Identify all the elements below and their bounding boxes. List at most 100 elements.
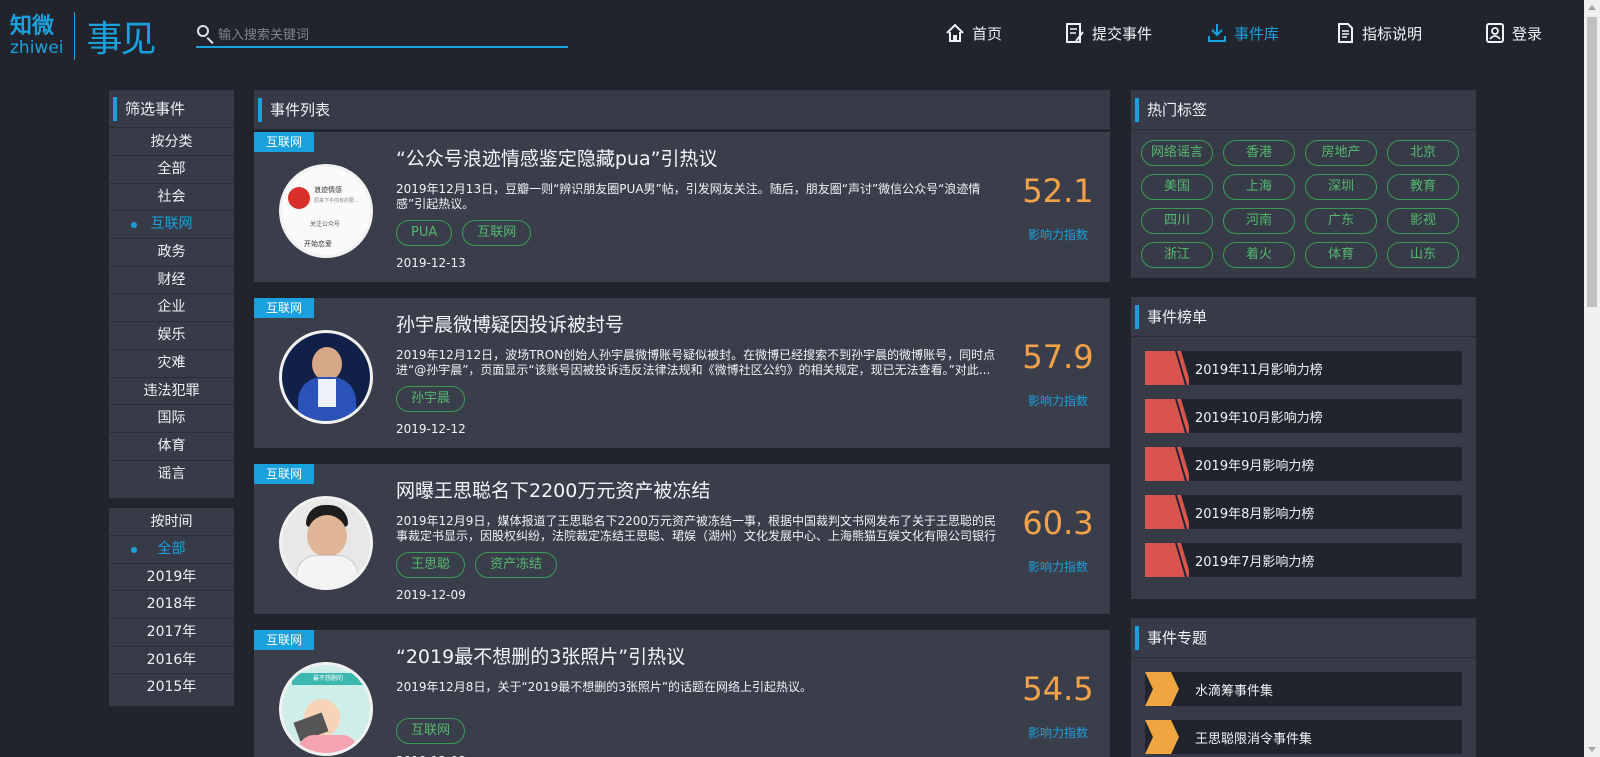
nav-login[interactable]: 登录 [1484,22,1542,44]
category-crime[interactable]: 违法犯罪 [109,378,234,406]
ranking-flag-icon [1145,543,1189,577]
topics-panel: 事件专题 水滴筹事件集 王思聪限消令事件集 [1131,618,1476,757]
scroll-up-arrow-icon[interactable] [1588,5,1596,10]
logo-english-text: zhiwei [10,38,64,58]
event-title[interactable]: 孙宇晨微博疑因投诉被封号 [396,310,624,337]
category-entertainment[interactable]: 娱乐 [109,322,234,350]
influence-score: 54.5 [1022,670,1094,708]
event-tag[interactable]: 孙宇晨 [396,386,466,412]
ranking-flag-icon [1145,447,1189,481]
year-2018[interactable]: 2018年 [109,591,234,620]
event-tag[interactable]: 王思聪 [396,552,466,578]
hot-tag[interactable]: 香港 [1223,140,1295,166]
topic-item[interactable]: 王思聪限消令事件集 [1145,720,1462,754]
ranking-item[interactable]: 2019年7月影响力榜 [1145,543,1462,577]
ranking-item[interactable]: 2019年8月影响力榜 [1145,495,1462,529]
influence-score-label[interactable]: 影响力指数 [1018,724,1098,741]
event-card[interactable]: 互联网 孙宇晨微博疑因投诉被封号 2019年12月12日，波场TRON创始人孙宇… [254,298,1110,448]
event-tags: PUA 互联网 [396,220,532,246]
ranking-item[interactable]: 2019年9月影响力榜 [1145,447,1462,481]
logo-chinese-text: 知微 [10,14,55,39]
category-international[interactable]: 国际 [109,405,234,433]
header-accent [1135,97,1139,122]
event-title[interactable]: “公众号浪迹情感鉴定隐藏pua”引热议 [396,144,717,171]
category-sports[interactable]: 体育 [109,433,234,461]
hot-tag[interactable]: 网络谣言 [1141,140,1213,166]
hot-tag[interactable]: 体育 [1305,242,1377,268]
category-internet[interactable]: 互联网 [109,211,234,240]
nav-submit-event[interactable]: 提交事件 [1064,22,1152,44]
hot-tag[interactable]: 影视 [1387,208,1459,234]
hot-tag[interactable]: 浙江 [1141,242,1213,268]
event-tag[interactable]: PUA [396,220,453,246]
event-card[interactable]: 互联网 浪迹情感 原来下手前有的要... 关注公众号 开始恋爱 “公众号浪迹情感… [254,132,1110,282]
search-input[interactable] [218,27,558,43]
logo-mark: 事见 [86,19,157,60]
download-icon [1208,24,1226,42]
category-finance[interactable]: 财经 [109,267,234,295]
hot-tag[interactable]: 河南 [1223,208,1295,234]
event-title[interactable]: “2019最不想删的3张照片”引热议 [396,642,685,669]
search-icon[interactable] [196,24,218,46]
event-tags: 王思聪 资产冻结 [396,552,558,578]
scrollbar-thumb[interactable] [1587,17,1597,307]
event-thumbnail[interactable]: 浪迹情感 原来下手前有的要... 关注公众号 开始恋爱 [279,164,373,258]
event-thumbnail[interactable] [279,330,373,424]
page-scrollbar[interactable] [1584,0,1600,757]
event-tag[interactable]: 互联网 [462,220,532,246]
category-society[interactable]: 社会 [109,184,234,212]
thumb-text: 原来下手前有的要... [314,198,359,204]
hot-tag[interactable]: 房地产 [1305,140,1377,166]
header-accent [1135,304,1139,329]
year-all[interactable]: 全部 [109,536,234,564]
category-all[interactable]: 全部 [109,156,234,184]
topic-label: 水滴筹事件集 [1195,683,1274,699]
top-header: 知微 zhiwei 事见 首页 提交事件 事件库 指标说明 登录 [0,0,1584,72]
header-accent [1135,625,1139,650]
hot-tag[interactable]: 四川 [1141,208,1213,234]
document-icon [1338,23,1353,43]
influence-score: 60.3 [1022,504,1094,542]
category-enterprise[interactable]: 企业 [109,294,234,323]
category-disaster[interactable]: 灾难 [109,350,234,378]
year-2015[interactable]: 2015年 [109,674,234,702]
event-title[interactable]: 网曝王思聪名下2200万元资产被冻结 [396,476,710,503]
year-2019[interactable]: 2019年 [109,564,234,592]
hot-tag[interactable]: 美国 [1141,174,1213,200]
influence-score-label[interactable]: 影响力指数 [1018,226,1098,243]
hot-tag[interactable]: 山东 [1387,242,1459,268]
nav-metrics[interactable]: 指标说明 [1334,22,1422,44]
influence-score-label[interactable]: 影响力指数 [1018,558,1098,575]
hot-tag[interactable]: 北京 [1387,140,1459,166]
scroll-down-arrow-icon[interactable] [1588,747,1596,752]
event-thumbnail[interactable]: 最不想删的 [279,662,373,756]
topics-header: 事件专题 [1131,618,1476,658]
year-2016[interactable]: 2016年 [109,647,234,675]
event-thumbnail[interactable] [279,496,373,590]
ranking-item[interactable]: 2019年11月影响力榜 [1145,351,1462,385]
site-logo[interactable]: 知微 zhiwei 事见 [10,12,157,60]
year-2017[interactable]: 2017年 [109,619,234,647]
topics-title: 事件专题 [1147,629,1208,647]
influence-score-label[interactable]: 影响力指数 [1018,392,1098,409]
nav-event-library[interactable]: 事件库 [1206,22,1279,44]
hot-tag[interactable]: 上海 [1223,174,1295,200]
category-government[interactable]: 政务 [109,239,234,267]
hot-tag[interactable]: 着火 [1223,242,1295,268]
hot-tag[interactable]: 教育 [1387,174,1459,200]
event-tag[interactable]: 资产冻结 [475,552,558,578]
filter-title: 筛选事件 [125,100,186,118]
event-card[interactable]: 互联网 网曝王思聪名下2200万元资产被冻结 2019年12月9日，媒体报道了王… [254,464,1110,614]
nav-home[interactable]: 首页 [944,22,1002,44]
hot-tag[interactable]: 深圳 [1305,174,1377,200]
ranking-flag-icon [1145,399,1189,433]
event-tag[interactable]: 互联网 [396,718,466,744]
category-rumor[interactable]: 谣言 [109,461,234,489]
hot-tag[interactable]: 广东 [1305,208,1377,234]
hot-tags-panel: 热门标签 网络谣言 香港 房地产 北京 美国 上海 深圳 教育 四川 河南 广东… [1131,90,1476,278]
topic-item[interactable]: 水滴筹事件集 [1145,672,1462,706]
ranking-item[interactable]: 2019年10月影响力榜 [1145,399,1462,433]
event-card[interactable]: 互联网 最不想删的 “2019最不想删的3张照片”引热议 2019年12月8日，… [254,630,1110,757]
header-accent [113,96,117,121]
nav-submit-label: 提交事件 [1092,24,1153,43]
